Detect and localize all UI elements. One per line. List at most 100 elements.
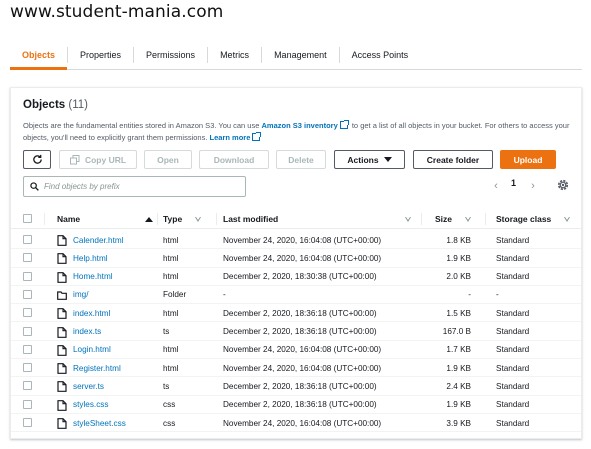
- column-size[interactable]: Size: [435, 209, 471, 229]
- row-checkbox[interactable]: [23, 381, 32, 391]
- column-last-modified[interactable]: Last modified: [223, 209, 411, 229]
- object-size: 1.8 KB: [446, 235, 471, 245]
- sort-icon: [405, 216, 411, 222]
- objects-description: Objects are the fundamental entities sto…: [23, 120, 571, 144]
- copy-url-button[interactable]: Copy URL: [59, 150, 137, 169]
- actions-label: Actions: [347, 154, 379, 165]
- row-checkbox[interactable]: [23, 326, 32, 336]
- copy-icon: [69, 154, 80, 164]
- refresh-icon: [32, 154, 42, 164]
- row-checkbox[interactable]: [23, 399, 32, 409]
- download-button[interactable]: Download: [199, 150, 269, 169]
- object-storage-class: Standard: [496, 253, 530, 263]
- object-name-link[interactable]: index.ts: [73, 323, 101, 341]
- row-checkbox[interactable]: [23, 289, 32, 299]
- object-last-modified: December 2, 2020, 18:36:18 (UTC+00:00): [223, 400, 377, 410]
- object-name-link[interactable]: index.html: [73, 304, 110, 322]
- delete-button[interactable]: Delete: [276, 150, 326, 169]
- column-divider: [421, 213, 422, 225]
- object-name-link[interactable]: Home.html: [73, 268, 113, 286]
- object-storage-class: Standard: [496, 235, 530, 245]
- select-all-checkbox[interactable]: [23, 214, 32, 223]
- tab-access-points[interactable]: Access Points: [340, 40, 421, 69]
- create-folder-button[interactable]: Create folder: [413, 150, 493, 169]
- actions-dropdown[interactable]: Actions: [334, 150, 405, 169]
- sort-icon: [465, 216, 471, 222]
- object-name-link[interactable]: Help.html: [73, 249, 108, 267]
- table-row: styles.css css December 2, 2020, 18:36:18 …: [11, 396, 581, 414]
- object-size: 2.4 KB: [446, 381, 471, 391]
- page-number[interactable]: 1: [511, 178, 516, 188]
- row-checkbox[interactable]: [23, 308, 32, 318]
- copy-url-label: Copy URL: [84, 154, 127, 165]
- search-box: [23, 176, 246, 197]
- row-checkbox[interactable]: [23, 235, 32, 244]
- row-checkbox[interactable]: [23, 344, 32, 354]
- object-name-link[interactable]: styleSheet.css: [73, 414, 126, 432]
- learn-more-link[interactable]: Learn more: [210, 133, 251, 142]
- object-storage-class: Standard: [496, 400, 530, 410]
- object-last-modified: November 24, 2020, 16:04:08 (UTC+00:00): [223, 235, 382, 245]
- sort-icon: [195, 216, 201, 222]
- object-name-link[interactable]: img/: [73, 286, 88, 304]
- tab-metrics[interactable]: Metrics: [208, 40, 261, 69]
- chevron-right-icon[interactable]: ›: [526, 179, 540, 193]
- object-size: -: [468, 290, 471, 300]
- row-checkbox[interactable]: [23, 271, 32, 281]
- search-input[interactable]: [44, 182, 234, 191]
- table-row: server.ts ts December 2, 2020, 18:36:18 (U…: [11, 377, 581, 396]
- file-icon: [57, 235, 67, 246]
- tab-objects[interactable]: Objects: [10, 40, 68, 70]
- file-icon: [57, 418, 67, 429]
- object-type: html: [163, 235, 179, 245]
- object-storage-class: -: [496, 290, 499, 300]
- table-row: Help.html html November 24, 2020, 16:04:08…: [11, 249, 581, 268]
- tab-bar: Objects Properties Permissions Metrics M…: [10, 40, 582, 70]
- open-button[interactable]: Open: [144, 150, 192, 169]
- tab-management[interactable]: Management: [262, 40, 339, 69]
- column-storage-class[interactable]: Storage class: [496, 209, 570, 229]
- object-name-link[interactable]: Calender.html: [73, 231, 124, 249]
- object-storage-class: Standard: [496, 418, 530, 428]
- caret-down-icon: [383, 157, 392, 162]
- tab-permissions[interactable]: Permissions: [134, 40, 207, 69]
- row-checkbox[interactable]: [23, 253, 32, 263]
- object-type: html: [163, 272, 179, 282]
- column-last-modified-label: Last modified: [223, 214, 279, 224]
- refresh-button[interactable]: [23, 150, 51, 169]
- object-type: Folder: [163, 290, 187, 300]
- upload-button[interactable]: Upload: [500, 150, 556, 169]
- object-last-modified: December 2, 2020, 18:36:18 (UTC+00:00): [223, 308, 377, 318]
- object-size: 1.5 KB: [446, 308, 471, 318]
- folder-icon: [57, 291, 67, 300]
- object-size: 1.9 KB: [446, 400, 471, 410]
- column-divider: [44, 213, 45, 225]
- column-type[interactable]: Type: [163, 209, 201, 229]
- object-storage-class: Standard: [496, 345, 530, 355]
- column-name[interactable]: Name: [57, 209, 153, 229]
- object-storage-class: Standard: [496, 327, 530, 336]
- object-size: 1.7 KB: [446, 345, 471, 355]
- object-name-link[interactable]: Login.html: [73, 341, 111, 359]
- external-link-icon: [252, 132, 262, 141]
- object-size: 1.9 KB: [446, 253, 471, 263]
- object-name-link[interactable]: server.ts: [73, 377, 104, 395]
- tab-properties[interactable]: Properties: [68, 40, 133, 69]
- row-checkbox[interactable]: [23, 418, 32, 427]
- objects-heading: Objects (11): [23, 99, 88, 111]
- gear-icon[interactable]: [556, 178, 570, 192]
- object-type: html: [163, 363, 179, 373]
- column-divider: [485, 213, 486, 225]
- column-name-label: Name: [57, 214, 81, 224]
- row-checkbox[interactable]: [23, 363, 32, 373]
- chevron-left-icon[interactable]: ‹: [489, 179, 503, 193]
- object-name-link[interactable]: Register.html: [73, 359, 121, 377]
- object-name-link[interactable]: styles.css: [73, 396, 109, 414]
- objects-count: (11): [68, 99, 88, 111]
- object-last-modified: -: [223, 290, 226, 300]
- object-last-modified: November 24, 2020, 16:04:08 (UTC+00:00): [223, 345, 382, 355]
- object-last-modified: December 2, 2020, 18:30:38 (UTC+00:00): [223, 272, 377, 282]
- object-last-modified: December 2, 2020, 18:36:18 (UTC+00:00): [223, 381, 377, 391]
- table-row: index.ts ts December 2, 2020, 18:36:18 (UT…: [11, 323, 581, 341]
- s3-inventory-link[interactable]: Amazon S3 inventory: [261, 121, 337, 130]
